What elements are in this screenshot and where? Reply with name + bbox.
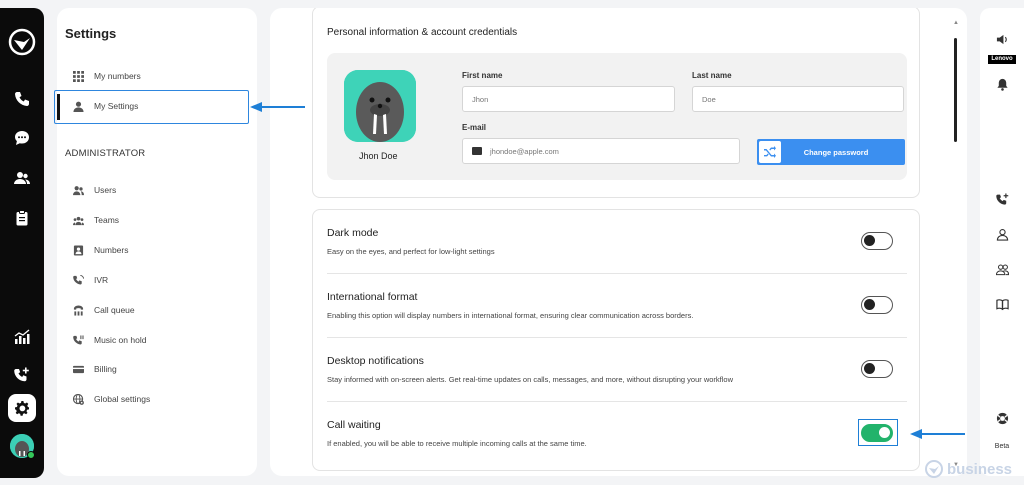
profile-name: Jhon Doe (359, 151, 398, 161)
avatar[interactable] (10, 434, 35, 459)
pref-row-international-format: International format Enabling this optio… (327, 274, 907, 338)
email-label: E-mail (462, 123, 487, 132)
pref-desc: Easy on the eyes, and perfect for low-li… (327, 247, 495, 256)
users-icon (72, 184, 84, 196)
nav-label: Users (94, 185, 117, 195)
teams-icon (72, 214, 84, 226)
phone-icon[interactable] (0, 85, 44, 113)
nav-label: My Settings (94, 101, 139, 111)
profile-section-title: Personal information & account credentia… (327, 27, 518, 38)
ivr-icon (72, 274, 84, 286)
scroll-up-arrow[interactable]: ▲ (953, 20, 959, 26)
nav-label: Music on hold (94, 335, 147, 345)
gear-icon[interactable] (8, 394, 36, 422)
pref-row-desktop-notifications: Desktop notifications Stay informed with… (327, 338, 907, 402)
grid-icon (72, 70, 84, 82)
nav-label: IVR (94, 275, 109, 285)
nav-label: My numbers (94, 71, 141, 81)
scrollbar-thumb[interactable] (954, 38, 957, 142)
first-name-field[interactable]: Jhon (462, 86, 675, 112)
email-value: jhondoe@apple.com (490, 146, 559, 156)
call-queue-icon (72, 304, 84, 316)
nav-label: Global settings (94, 394, 151, 404)
billing-icon (72, 363, 84, 375)
nav-item-teams[interactable]: Teams (72, 210, 119, 230)
left-rail (0, 8, 44, 478)
watermark: business (925, 460, 1012, 478)
watermark-logo-icon (925, 460, 943, 478)
group-icon[interactable] (980, 258, 1024, 280)
nav-item-my-numbers[interactable]: My numbers (72, 66, 141, 86)
watermark-text: business (947, 460, 1013, 478)
nav-label: Numbers (94, 245, 129, 255)
profile-box: Jhon Doe First name Jhon Last name Doe E… (327, 53, 907, 180)
last-name-label: Last name (692, 71, 732, 80)
contacts-icon[interactable] (0, 164, 44, 192)
nav-label: Call queue (94, 305, 135, 315)
mail-icon (472, 147, 482, 155)
dark-mode-toggle[interactable] (861, 232, 893, 250)
add-call-icon[interactable] (0, 361, 44, 389)
profile-avatar[interactable] (344, 70, 416, 142)
user-icon (72, 100, 84, 112)
settings-title: Settings (65, 26, 117, 41)
first-name-label: First name (462, 71, 503, 80)
speaker-icon[interactable] (980, 28, 1024, 50)
pref-desc: Stay informed with on-screen alerts. Get… (327, 375, 734, 384)
annotation-arrow-call-waiting (910, 429, 965, 439)
pref-title: Call waiting (327, 419, 381, 431)
book-icon[interactable] (980, 293, 1024, 315)
pref-title: International format (327, 291, 418, 303)
nav-item-billing[interactable]: Billing (72, 359, 117, 379)
contact-icon[interactable] (980, 223, 1024, 245)
nav-item-call-queue[interactable]: Call queue (72, 300, 135, 320)
nav-label: Billing (94, 364, 117, 374)
change-password-label: Change password (803, 147, 869, 157)
clipboard-icon[interactable] (0, 204, 44, 232)
nav-item-users[interactable]: Users (72, 180, 116, 200)
desktop-notifications-toggle[interactable] (861, 360, 893, 378)
globe-icon (72, 393, 84, 405)
bell-icon[interactable] (980, 73, 1024, 95)
change-password-button[interactable]: Change password (757, 139, 905, 165)
lifebuoy-icon[interactable] (980, 407, 1024, 429)
preferences-card: Dark mode Easy on the eyes, and perfect … (312, 209, 920, 471)
nav-item-music-on-hold[interactable]: Music on hold (72, 330, 146, 350)
profile-card: Personal information & account credentia… (312, 8, 920, 198)
music-on-hold-icon (72, 334, 84, 346)
nav-label: Teams (94, 215, 120, 225)
online-status-dot (27, 451, 35, 459)
pref-desc: Enabling this option will display number… (327, 311, 694, 320)
main-content: Personal information & account credentia… (270, 8, 967, 476)
pref-desc: If enabled, you will be able to receive … (327, 439, 587, 448)
pref-title: Desktop notifications (327, 355, 424, 367)
nav-item-ivr[interactable]: IVR (72, 270, 108, 290)
pref-title: Dark mode (327, 227, 379, 239)
add-call-icon[interactable] (980, 188, 1024, 210)
last-name-field[interactable]: Doe (692, 86, 904, 112)
nav-item-global-settings[interactable]: Global settings (72, 389, 150, 409)
shuffle-icon (759, 141, 781, 163)
brand-label: Lenovo (988, 55, 1016, 64)
email-field[interactable]: jhondoe@apple.com (462, 138, 740, 164)
nav-item-numbers[interactable]: Numbers (72, 240, 128, 260)
nav-item-my-settings[interactable]: My Settings (72, 96, 138, 116)
right-rail: Lenovo Beta (980, 8, 1024, 476)
pref-row-call-waiting: Call waiting If enabled, you will be abl… (327, 402, 907, 466)
beta-label: Beta (994, 443, 1010, 450)
app-logo-icon[interactable] (0, 28, 44, 56)
analytics-icon[interactable] (0, 323, 44, 351)
administrator-label: ADMINISTRATOR (65, 148, 146, 159)
pref-row-dark-mode: Dark mode Easy on the eyes, and perfect … (327, 210, 907, 274)
chat-icon[interactable] (0, 124, 44, 152)
annotation-arrow-my-settings (250, 102, 305, 112)
call-waiting-toggle[interactable] (861, 424, 893, 442)
settings-panel: Settings My numbers My Settings ADMINIST… (54, 8, 257, 476)
international-format-toggle[interactable] (861, 296, 893, 314)
numbers-icon (72, 244, 84, 256)
